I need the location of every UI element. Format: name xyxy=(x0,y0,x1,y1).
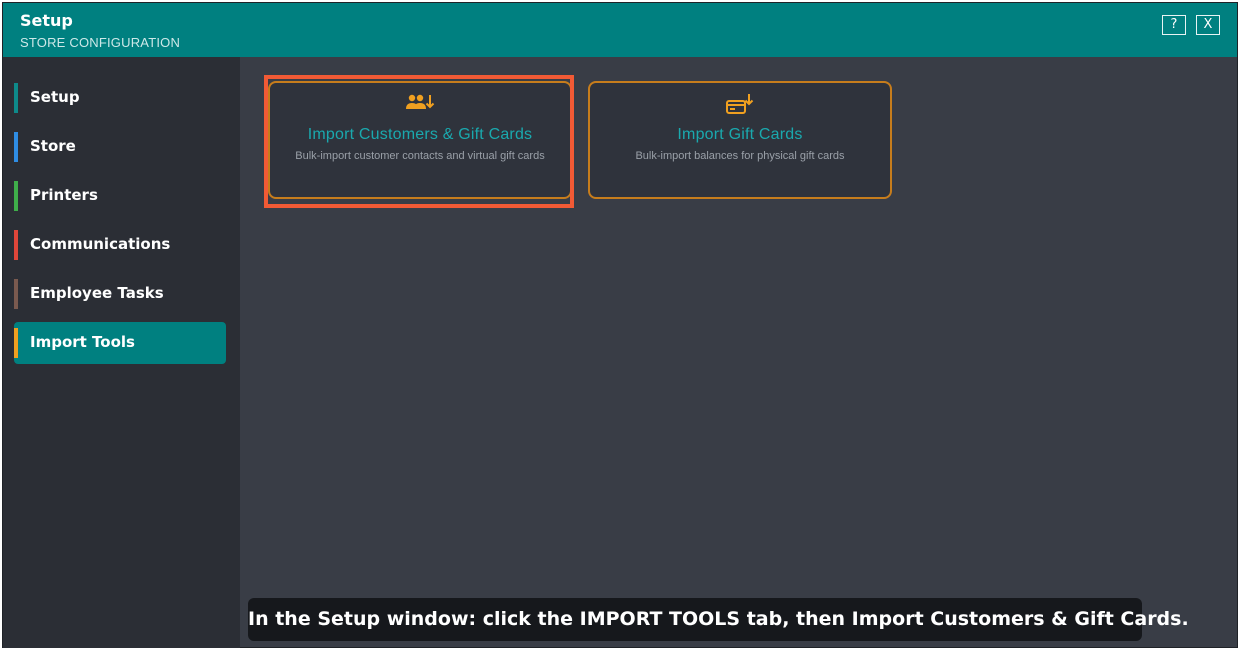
sidebar-color-bar xyxy=(14,279,18,309)
sidebar-item-label: Import Tools xyxy=(30,333,135,351)
sidebar-color-bar xyxy=(14,181,18,211)
sidebar-color-bar xyxy=(14,132,18,162)
sidebar-item-label: Setup xyxy=(30,88,80,106)
card-description: Bulk-import customer contacts and virtua… xyxy=(295,150,545,162)
sidebar: Setup Store Printers Communications Empl… xyxy=(3,57,240,648)
sidebar-item-store[interactable]: Store xyxy=(14,126,226,168)
card-import-icon xyxy=(590,93,890,115)
sidebar-item-printers[interactable]: Printers xyxy=(14,175,226,217)
sidebar-item-import-tools[interactable]: Import Tools xyxy=(14,322,226,364)
sidebar-item-label: Employee Tasks xyxy=(30,284,164,302)
card-title: Import Customers & Gift Cards xyxy=(307,126,533,143)
import-customers-gift-cards-button[interactable]: Import Customers & Gift Cards Bulk-impor… xyxy=(268,81,572,199)
sidebar-color-bar xyxy=(14,83,18,113)
instruction-caption: In the Setup window: click the IMPORT TO… xyxy=(248,598,1189,641)
sidebar-color-bar xyxy=(14,328,18,358)
sidebar-item-label: Printers xyxy=(30,186,98,204)
import-gift-cards-button[interactable]: Import Gift Cards Bulk-import balances f… xyxy=(588,81,892,199)
setup-window: Setup STORE CONFIGURATION ? X Setup Stor… xyxy=(2,2,1238,648)
title-bar: Setup STORE CONFIGURATION ? X xyxy=(3,3,1237,57)
window-subtitle: STORE CONFIGURATION xyxy=(20,35,181,50)
window-title: Setup xyxy=(20,11,73,30)
sidebar-item-setup[interactable]: Setup xyxy=(14,77,226,119)
sidebar-item-employee-tasks[interactable]: Employee Tasks xyxy=(14,273,226,315)
sidebar-color-bar xyxy=(14,230,18,260)
users-import-icon xyxy=(270,93,570,115)
sidebar-item-label: Store xyxy=(30,137,76,155)
sidebar-item-communications[interactable]: Communications xyxy=(14,224,226,266)
sidebar-item-label: Communications xyxy=(30,235,171,253)
help-button[interactable]: ? xyxy=(1162,15,1186,35)
card-description: Bulk-import balances for physical gift c… xyxy=(635,150,845,162)
close-button[interactable]: X xyxy=(1196,15,1220,35)
card-title: Import Gift Cards xyxy=(677,126,803,143)
